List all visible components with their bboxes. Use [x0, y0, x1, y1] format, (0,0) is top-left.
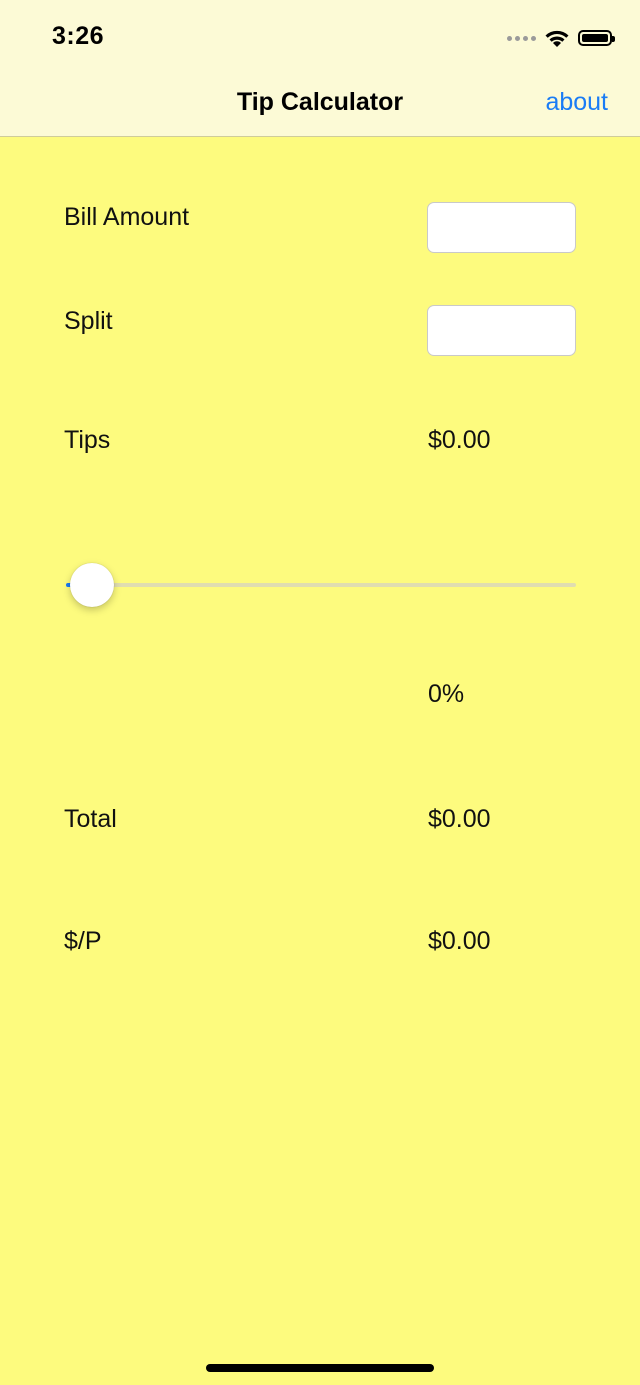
home-indicator[interactable]: [206, 1364, 434, 1372]
tips-label: Tips: [64, 426, 111, 454]
navigation-bar: Tip Calculator about: [0, 80, 640, 137]
bill-amount-input[interactable]: [427, 202, 576, 253]
total-label: Total: [64, 805, 117, 833]
tip-percent-value: 0%: [428, 680, 465, 708]
split-label: Split: [64, 307, 113, 335]
status-bar: 3:26: [0, 0, 640, 80]
slider-track[interactable]: [66, 583, 576, 587]
tips-value: $0.00: [428, 426, 491, 454]
split-input[interactable]: [427, 305, 576, 356]
total-value: $0.00: [428, 805, 491, 833]
battery-icon: [578, 30, 615, 46]
per-person-label: $/P: [64, 927, 102, 955]
about-button[interactable]: about: [545, 88, 608, 117]
status-time: 3:26: [52, 22, 105, 50]
wifi-icon: [545, 30, 569, 47]
slider-thumb[interactable]: [70, 563, 114, 607]
status-icons: [507, 28, 615, 48]
signal-dots-icon: [507, 35, 536, 41]
page-title: Tip Calculator: [236, 88, 404, 116]
per-person-value: $0.00: [428, 927, 491, 955]
tip-percent-slider[interactable]: [66, 563, 576, 607]
bill-amount-label: Bill Amount: [64, 203, 190, 231]
